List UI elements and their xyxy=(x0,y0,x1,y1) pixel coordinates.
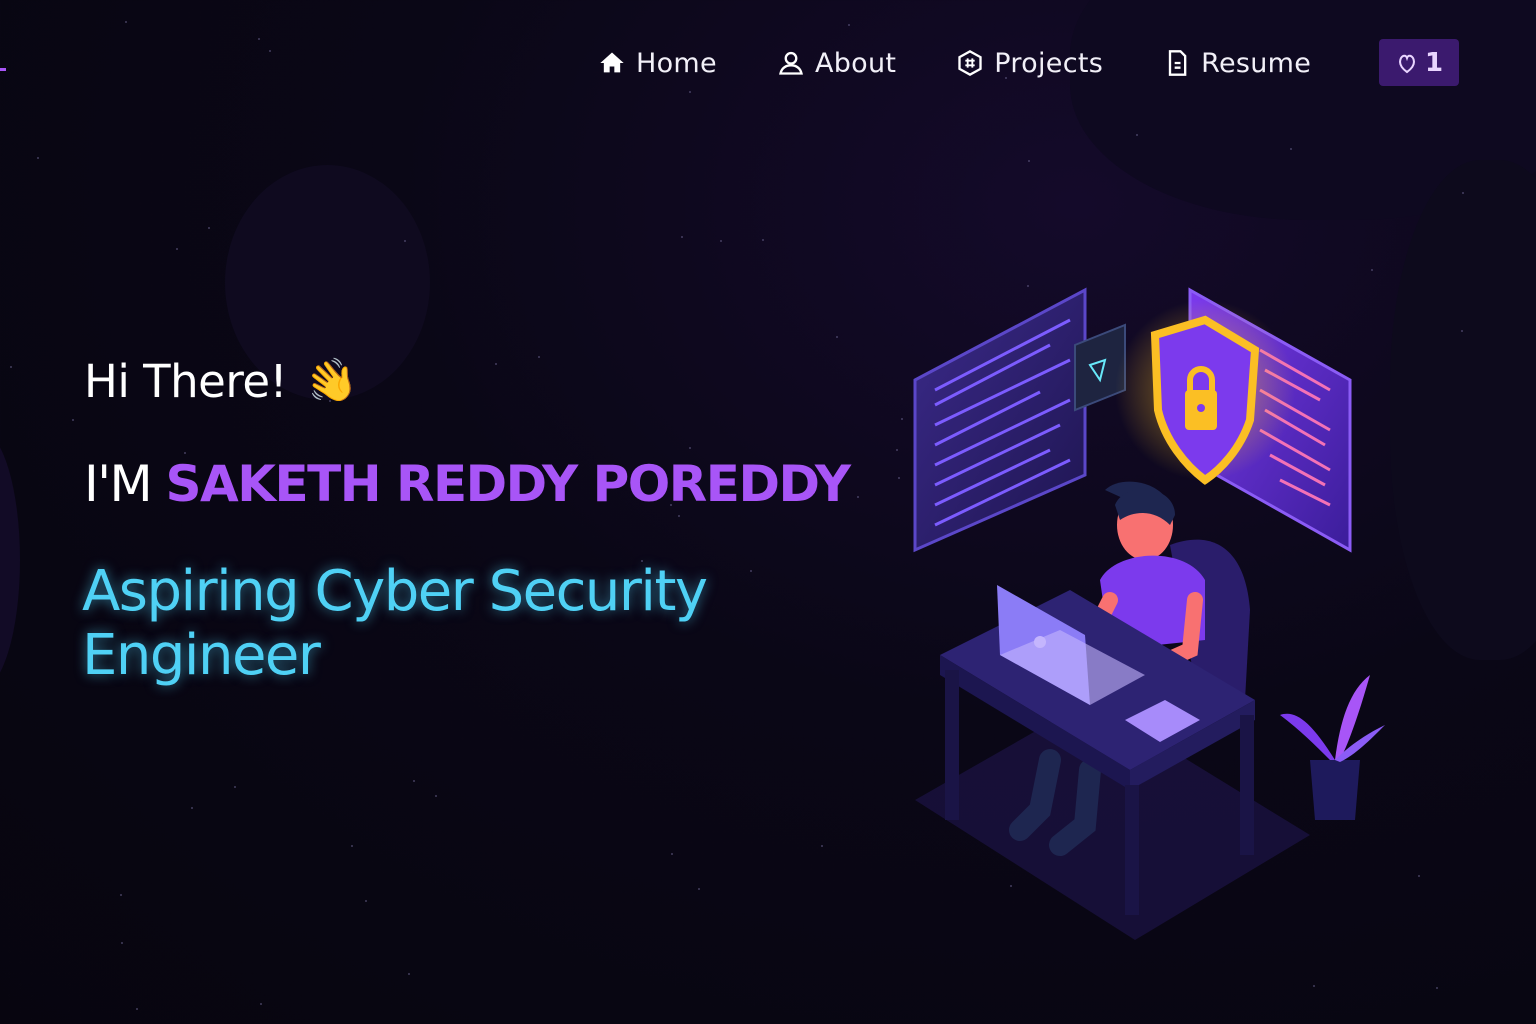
star xyxy=(671,853,673,855)
github-fork-button[interactable]: 1 xyxy=(1379,39,1459,86)
star xyxy=(821,845,823,847)
star xyxy=(1418,875,1420,877)
star xyxy=(762,239,764,241)
star xyxy=(125,21,127,23)
nav-home[interactable]: Home xyxy=(598,48,717,79)
star xyxy=(351,845,353,847)
star xyxy=(258,38,260,40)
hero-greeting-block: Hi There! 👋 xyxy=(84,351,362,412)
star xyxy=(689,447,691,449)
fork-icon xyxy=(1399,54,1415,73)
star xyxy=(408,973,410,975)
star xyxy=(896,449,898,451)
star xyxy=(857,496,859,498)
wave-emoji: 👋 xyxy=(299,350,363,412)
star xyxy=(184,452,186,454)
star xyxy=(120,894,122,896)
nav-projects[interactable]: Projects xyxy=(956,48,1103,79)
intro-prefix: I'M xyxy=(84,455,153,513)
star xyxy=(689,91,691,93)
nav-projects-label: Projects xyxy=(994,47,1104,79)
nav-home-label: Home xyxy=(636,47,717,79)
corner-accent xyxy=(0,68,6,71)
star xyxy=(848,24,850,26)
star xyxy=(1461,330,1463,332)
star xyxy=(234,786,236,788)
star xyxy=(1313,985,1315,987)
star xyxy=(1371,269,1373,271)
nav-about-label: About xyxy=(814,47,897,79)
greeting: Hi There! 👋 xyxy=(84,351,362,412)
star xyxy=(435,795,437,797)
shield-lock-icon xyxy=(1115,300,1295,485)
star xyxy=(413,780,415,782)
star xyxy=(37,157,39,159)
resume-icon xyxy=(1168,50,1187,76)
greeting-text: Hi There! xyxy=(84,355,288,408)
intro-line: I'M SAKETH REDDY POREDDY xyxy=(84,455,852,513)
bg-blob xyxy=(0,430,20,690)
star xyxy=(678,515,680,517)
star xyxy=(365,900,367,902)
nav-resume[interactable]: Resume xyxy=(1163,48,1311,79)
star xyxy=(1028,160,1030,162)
star xyxy=(681,236,683,238)
role-title: Aspiring Cyber Security Engineer xyxy=(82,559,708,688)
star xyxy=(495,363,497,365)
projects-icon xyxy=(958,49,982,77)
star xyxy=(1436,987,1438,989)
top-nav: Home About Projects Resume xyxy=(598,39,1371,87)
star xyxy=(121,942,123,944)
home-icon xyxy=(600,52,624,73)
plant xyxy=(1280,675,1385,820)
star xyxy=(1462,192,1464,194)
user-icon xyxy=(779,51,803,75)
star xyxy=(191,807,193,809)
star xyxy=(1290,148,1292,150)
code-panel xyxy=(913,287,1087,553)
star xyxy=(10,366,12,368)
star xyxy=(136,1008,138,1010)
star xyxy=(269,50,271,52)
fork-count: 1 xyxy=(1424,47,1444,78)
star xyxy=(260,1003,262,1005)
star xyxy=(176,248,178,250)
bg-blob xyxy=(1390,160,1536,660)
star xyxy=(538,356,540,358)
nav-resume-label: Resume xyxy=(1201,47,1312,79)
star xyxy=(698,888,700,890)
star xyxy=(720,240,722,242)
star xyxy=(404,240,406,242)
star xyxy=(1136,134,1138,136)
nav-about[interactable]: About xyxy=(777,48,896,79)
star xyxy=(836,336,838,338)
cyber-security-illustration xyxy=(913,287,1385,940)
star xyxy=(208,227,210,229)
star xyxy=(72,419,74,421)
full-name: SAKETH REDDY POREDDY xyxy=(165,455,852,513)
